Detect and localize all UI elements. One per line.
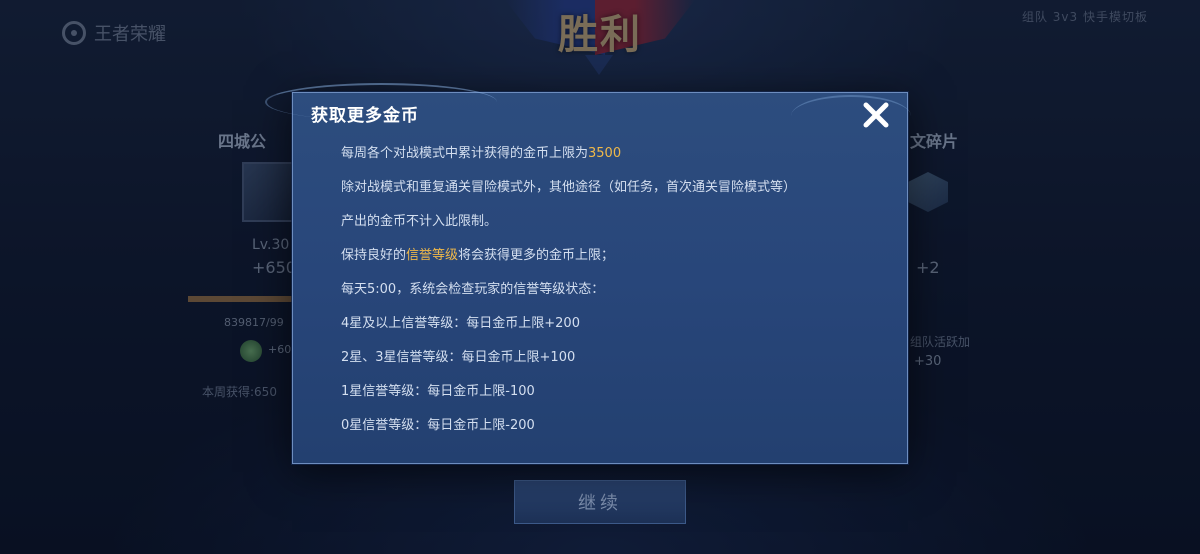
credit-level-link[interactable]: 信誉等级 [406,248,458,263]
close-icon[interactable] [860,99,892,131]
rule-line-exceptions: 除对战模式和重复通关冒险模式外，其他途径（如任务，首次通关冒险模式等） [341,180,797,195]
rule-line-1star: 1星信誉等级：每日金币上限-100 [341,384,535,399]
rule-line-weekly-cap: 每周各个对战模式中累计获得的金币上限为3500 [341,146,622,161]
more-coins-dialog: 获取更多金币 每周各个对战模式中累计获得的金币上限为3500 除对战模式和重复通… [265,83,911,464]
rule-line-0star: 0星信誉等级：每日金币上限-200 [341,418,535,433]
dialog-title: 获取更多金币 [311,106,419,126]
dialog-body: 每周各个对战模式中累计获得的金币上限为3500 除对战模式和重复通关冒险模式外，… [341,143,901,449]
weekly-cap-value: 3500 [588,146,622,161]
rule-line-daily-check: 每天5:00，系统会检查玩家的信誉等级状态： [341,282,605,297]
cloud-ornament-right [791,95,911,137]
continue-button[interactable]: 继续 [514,480,686,524]
rule-line-credit: 保持良好的信誉等级将会获得更多的金币上限； [341,248,615,263]
rule-line-2-3star: 2星、3星信誉等级：每日金币上限+100 [341,350,576,365]
rule-line-exceptions-cont: 产出的金币不计入此限制。 [341,214,498,229]
rule-line-4star: 4星及以上信誉等级：每日金币上限+200 [341,316,580,331]
